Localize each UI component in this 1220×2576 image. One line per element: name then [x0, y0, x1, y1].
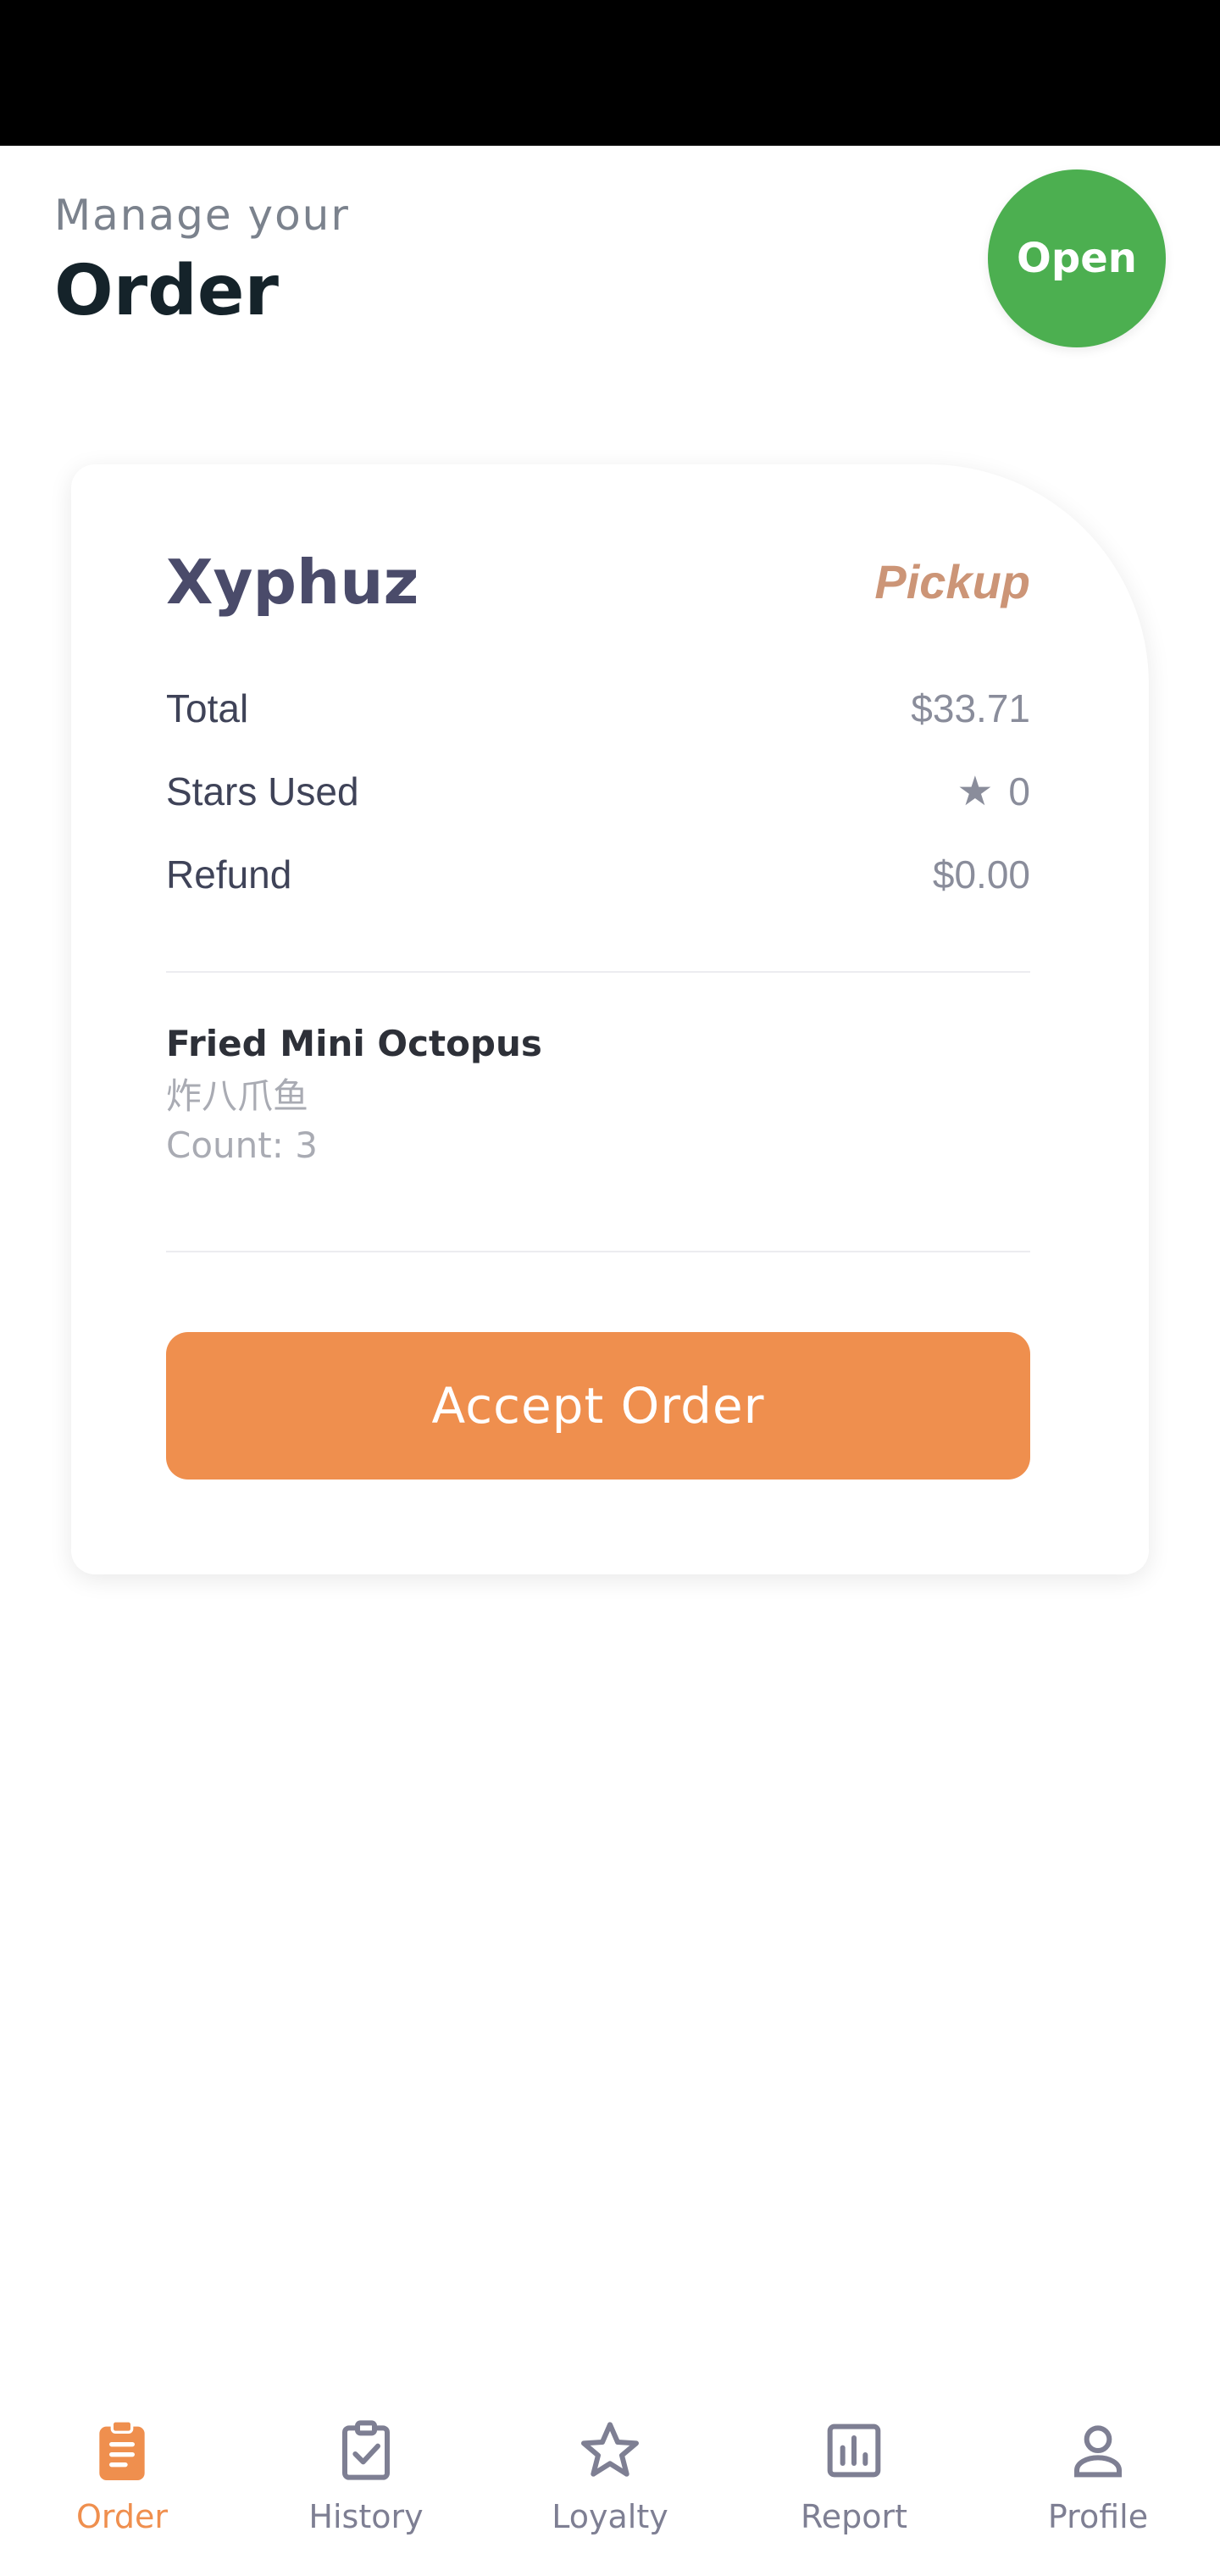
stars-used-value: 0 — [1008, 769, 1030, 813]
divider — [166, 971, 1030, 973]
nav-label-profile: Profile — [1047, 2498, 1149, 2535]
bar-chart-icon — [820, 2417, 888, 2484]
nav-item-report[interactable]: Report — [732, 2373, 976, 2576]
summary-row-stars: Stars Used ★ 0 — [166, 766, 1030, 817]
status-bar — [0, 0, 1220, 146]
summary-row-total: Total $33.71 — [166, 683, 1030, 734]
star-outline-icon — [576, 2417, 644, 2484]
order-type: Pickup — [874, 555, 1030, 608]
divider — [166, 1251, 1030, 1252]
total-value: $33.71 — [911, 686, 1030, 730]
clipboard-icon — [88, 2417, 156, 2484]
nav-label-history: History — [308, 2498, 424, 2535]
nav-label-order: Order — [76, 2498, 168, 2535]
order-card: Xyphuz Pickup Total $33.71 Stars Used ★ … — [71, 464, 1149, 1574]
open-status-button[interactable]: Open — [988, 169, 1166, 347]
bottom-nav: Order History Loyalty Report Profile — [0, 2373, 1220, 2576]
page-title: Order — [54, 251, 279, 331]
clipboard-check-icon — [332, 2417, 400, 2484]
refund-label: Refund — [166, 852, 292, 897]
header-subtitle: Manage your — [54, 191, 350, 240]
item-subname: 炸八爪鱼 — [166, 1076, 309, 1116]
stars-used-value-group: ★ 0 — [957, 768, 1030, 815]
total-label: Total — [166, 686, 249, 730]
nav-item-profile[interactable]: Profile — [976, 2373, 1220, 2576]
nav-item-history[interactable]: History — [244, 2373, 488, 2576]
nav-label-loyalty: Loyalty — [552, 2498, 668, 2535]
nav-item-loyalty[interactable]: Loyalty — [488, 2373, 732, 2576]
stars-used-label: Stars Used — [166, 769, 359, 813]
person-icon — [1064, 2417, 1132, 2484]
summary-row-refund: Refund $0.00 — [166, 849, 1030, 900]
order-screen: Manage your Order Open Xyphuz Pickup Tot… — [0, 0, 1220, 2576]
refund-value: $0.00 — [932, 852, 1030, 897]
nav-item-order[interactable]: Order — [0, 2373, 244, 2576]
item-count: Count: 3 — [166, 1124, 318, 1166]
nav-label-report: Report — [801, 2498, 907, 2535]
star-icon: ★ — [957, 769, 994, 814]
customer-name: Xyphuz — [166, 547, 419, 618]
item-name: Fried Mini Octopus — [166, 1023, 542, 1064]
accept-order-button[interactable]: Accept Order — [166, 1332, 1030, 1480]
